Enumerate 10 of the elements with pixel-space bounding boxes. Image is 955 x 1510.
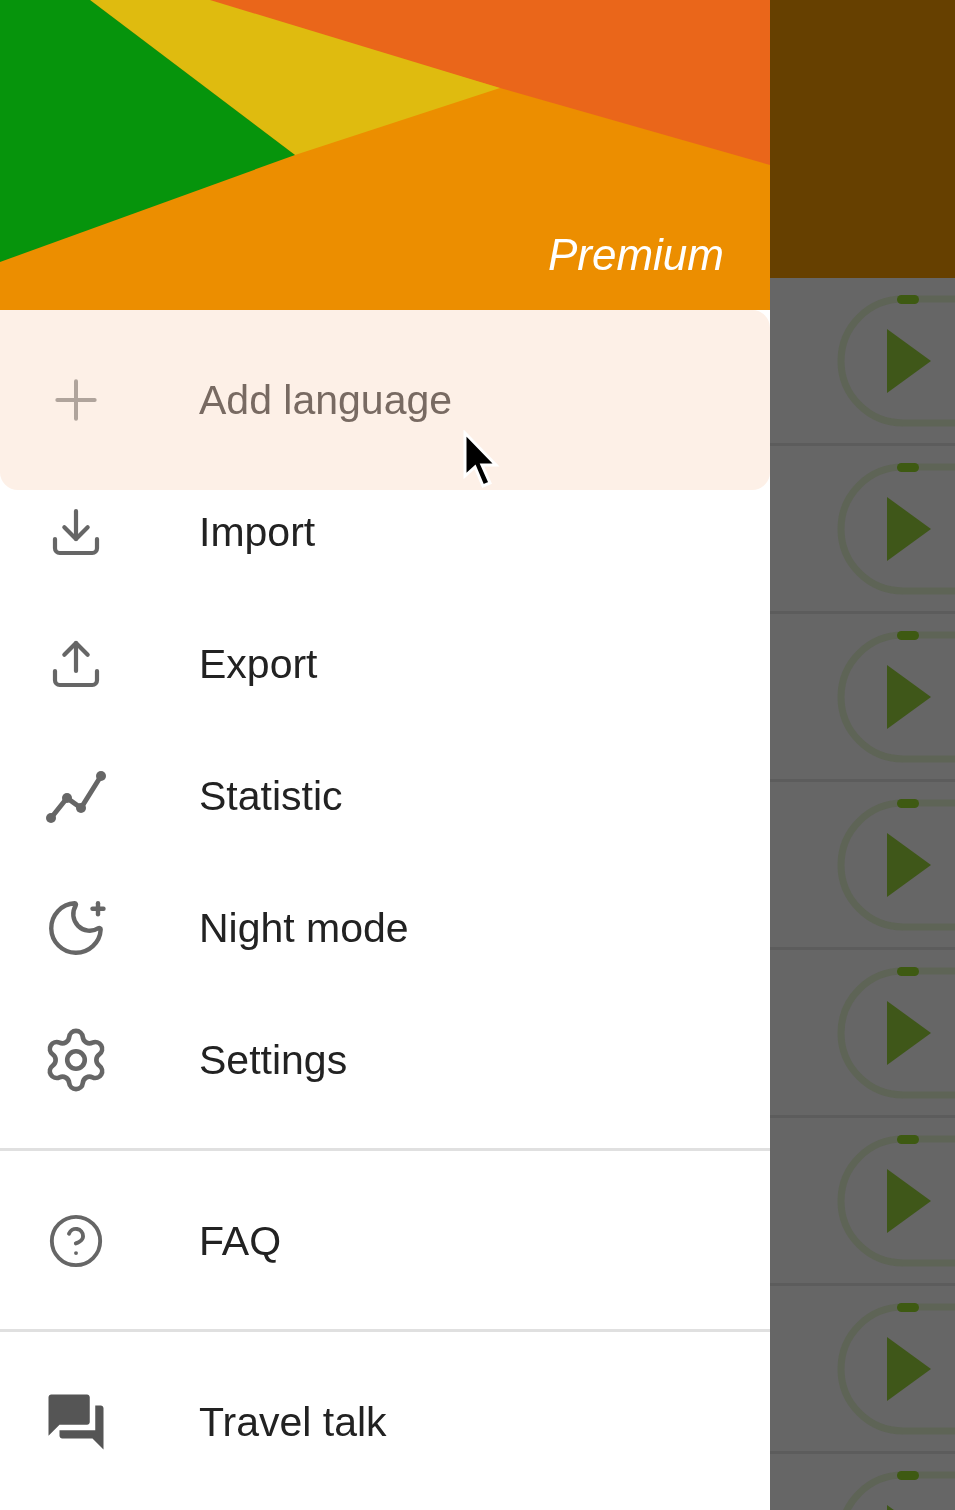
- menu-item[interactable]: Travel talk: [0, 1356, 770, 1488]
- menu-item[interactable]: Settings: [0, 994, 770, 1126]
- menu-item[interactable]: Statistic: [0, 730, 770, 862]
- line-chart-icon: [45, 768, 107, 824]
- menu-item[interactable]: Export: [0, 598, 770, 730]
- premium-label: Premium: [547, 230, 724, 280]
- menu-item[interactable]: Add language: [0, 310, 770, 490]
- menu-item[interactable]: Night mode: [0, 862, 770, 994]
- menu-item[interactable]: FAQ: [0, 1175, 770, 1307]
- help-icon: [47, 1212, 105, 1270]
